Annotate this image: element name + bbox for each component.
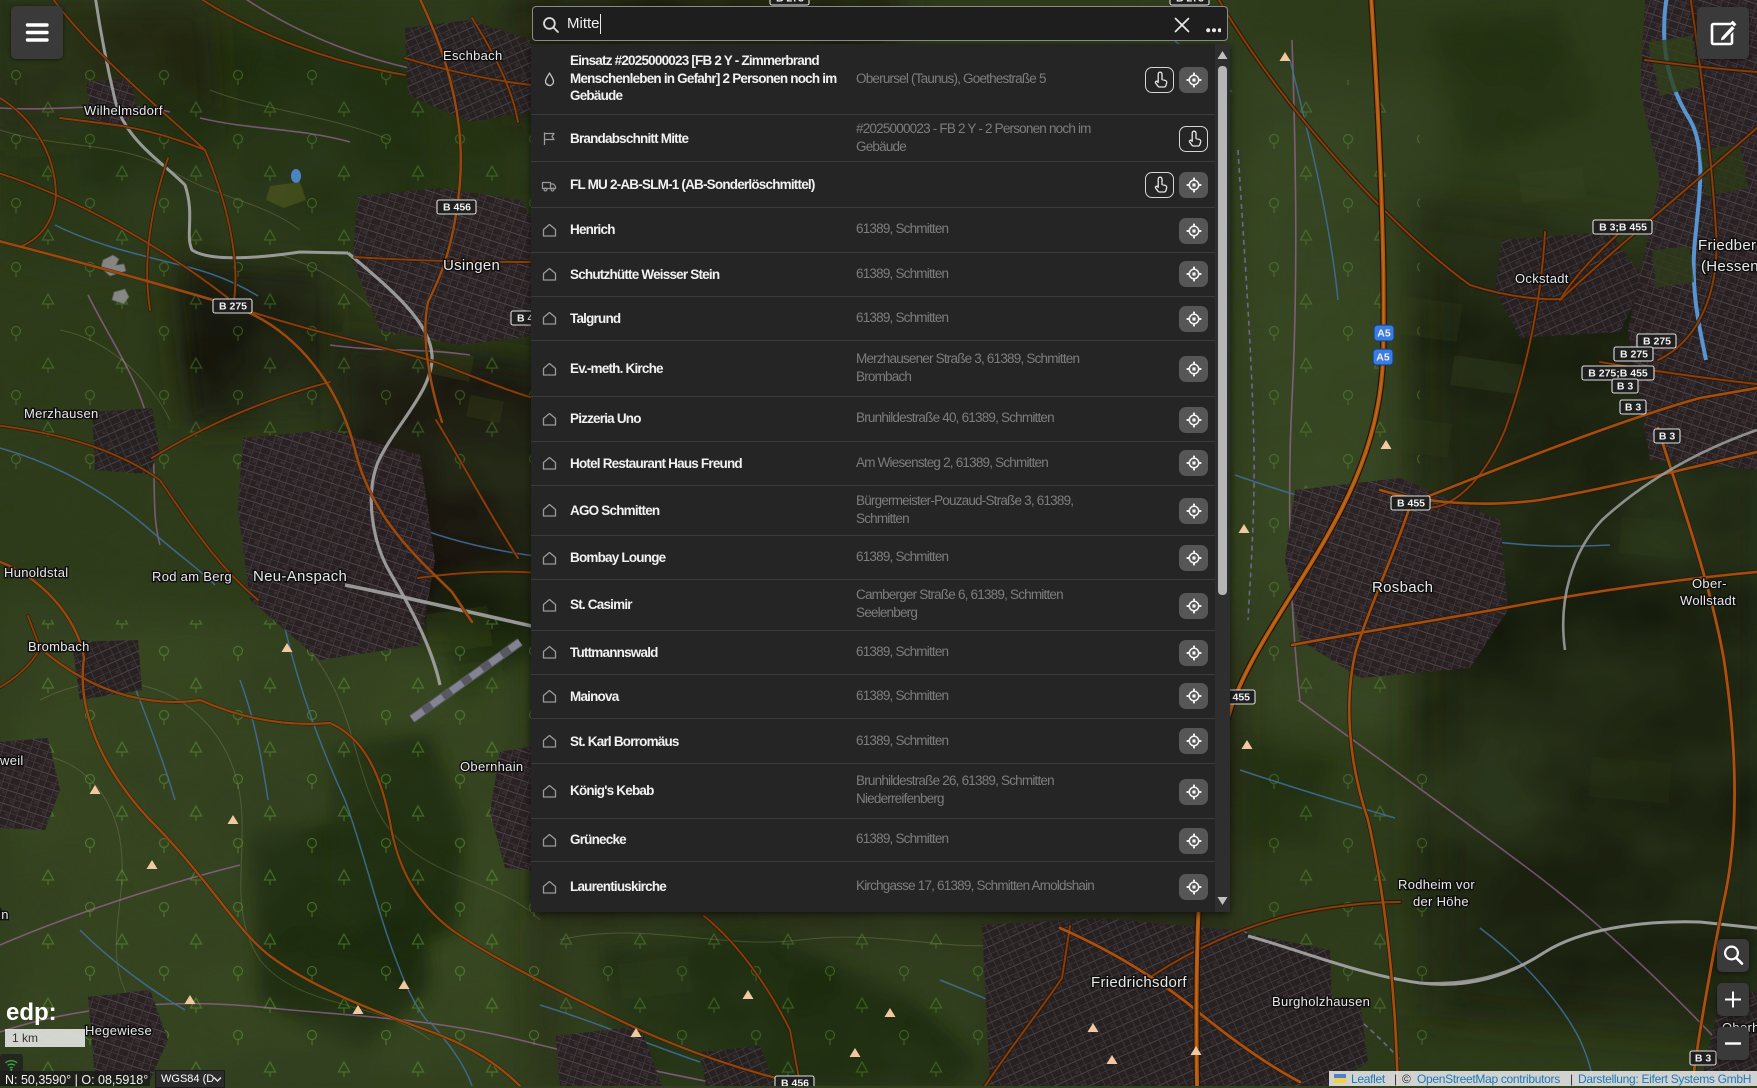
svg-text:B 3;B 455: B 3;B 455: [1599, 222, 1647, 234]
svg-text:Friedrichsdorf: Friedrichsdorf: [1091, 974, 1187, 991]
svg-text:B 456: B 456: [443, 202, 471, 214]
svg-text:Hegewiese: Hegewiese: [85, 1023, 152, 1038]
svg-text:Rod am Berg: Rod am Berg: [152, 569, 232, 584]
svg-text:Brombach: Brombach: [28, 639, 90, 654]
svg-text:B 275: B 275: [1620, 349, 1648, 361]
svg-text:B 3: B 3: [1625, 402, 1642, 414]
svg-text:Eschbach: Eschbach: [443, 48, 503, 63]
svg-text:B 456: B 456: [781, 1078, 809, 1087]
svg-text:weil: weil: [0, 753, 24, 768]
svg-text:A5: A5: [1376, 352, 1390, 364]
svg-text:B 275;B 455: B 275;B 455: [1588, 368, 1648, 380]
svg-text:Ober-: Ober-: [1692, 576, 1727, 591]
svg-text:B 455: B 455: [1397, 498, 1425, 510]
svg-text:Friedber: Friedber: [1698, 237, 1756, 254]
svg-text:Neu-Anspach: Neu-Anspach: [253, 568, 347, 585]
svg-text:B 3: B 3: [1695, 1053, 1712, 1065]
svg-text:B 275: B 275: [776, 0, 804, 5]
svg-text:Obernhain: Obernhain: [460, 759, 523, 774]
svg-text:Wilhelmsdorf: Wilhelmsdorf: [84, 103, 163, 118]
svg-text:(Hessen: (Hessen: [1701, 258, 1757, 275]
svg-text:Usingen: Usingen: [443, 257, 500, 274]
svg-text:B 275: B 275: [1176, 0, 1204, 5]
svg-text:Merzhausen: Merzhausen: [24, 406, 99, 421]
svg-text:der Höhe: der Höhe: [1413, 894, 1469, 909]
svg-text:in: in: [0, 907, 9, 922]
svg-text:A5: A5: [1377, 328, 1391, 340]
svg-text:Rodheim vor: Rodheim vor: [1398, 877, 1475, 892]
svg-text:B 275: B 275: [1643, 336, 1671, 348]
svg-text:B 3: B 3: [1617, 381, 1634, 393]
svg-text:Hunoldstal: Hunoldstal: [4, 565, 68, 580]
svg-text:Wollstadt: Wollstadt: [1680, 593, 1736, 608]
svg-text:B 3: B 3: [1659, 431, 1676, 443]
svg-text:Burgholzhausen: Burgholzhausen: [1272, 994, 1370, 1009]
svg-text:Ockstadt: Ockstadt: [1515, 271, 1569, 286]
svg-text:Rosbach: Rosbach: [1372, 579, 1433, 596]
svg-text:B 275: B 275: [219, 301, 247, 313]
